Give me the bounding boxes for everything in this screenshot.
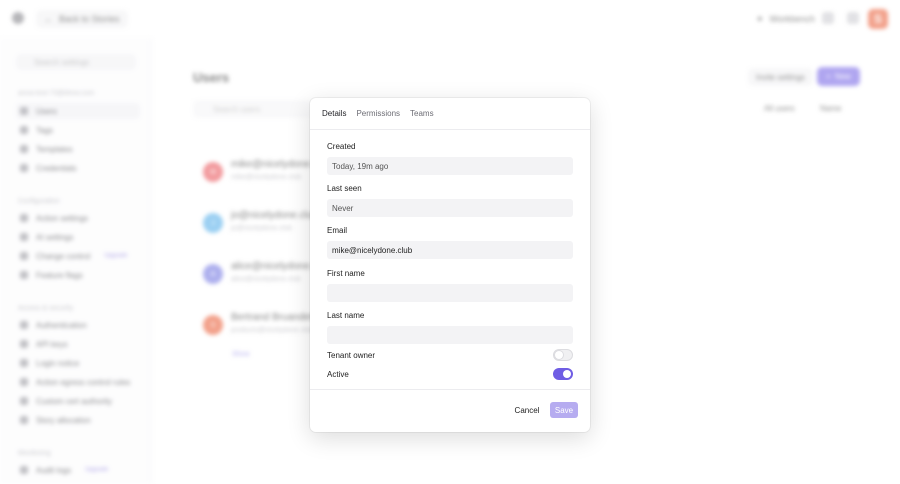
- active-label: Active: [327, 370, 349, 379]
- first-name-label: First name: [327, 269, 365, 278]
- created-field[interactable]: [327, 157, 573, 175]
- last-seen-label: Last seen: [327, 184, 362, 193]
- last-seen-field[interactable]: [327, 199, 573, 217]
- last-name-field[interactable]: [327, 326, 573, 344]
- save-button[interactable]: Save: [550, 402, 578, 418]
- tenant-owner-toggle[interactable]: [553, 349, 573, 361]
- tab-permissions[interactable]: Permissions: [356, 109, 400, 118]
- tenant-owner-label: Tenant owner: [327, 351, 376, 360]
- modal-footer-divider: [310, 389, 590, 390]
- email-label: Email: [327, 226, 348, 235]
- email-field[interactable]: [327, 241, 573, 259]
- user-details-modal: Details Permissions Teams Created Last s…: [310, 98, 590, 432]
- created-label: Created: [327, 142, 356, 151]
- tab-teams[interactable]: Teams: [410, 109, 434, 118]
- last-name-label: Last name: [327, 311, 365, 320]
- toggle-knob: [555, 351, 563, 359]
- active-toggle[interactable]: [553, 368, 573, 380]
- first-name-field[interactable]: [327, 284, 573, 302]
- cancel-button[interactable]: Cancel: [510, 402, 544, 418]
- modal-tabs: Details Permissions Teams: [310, 98, 590, 130]
- toggle-knob: [563, 370, 571, 378]
- tab-details[interactable]: Details: [322, 109, 346, 118]
